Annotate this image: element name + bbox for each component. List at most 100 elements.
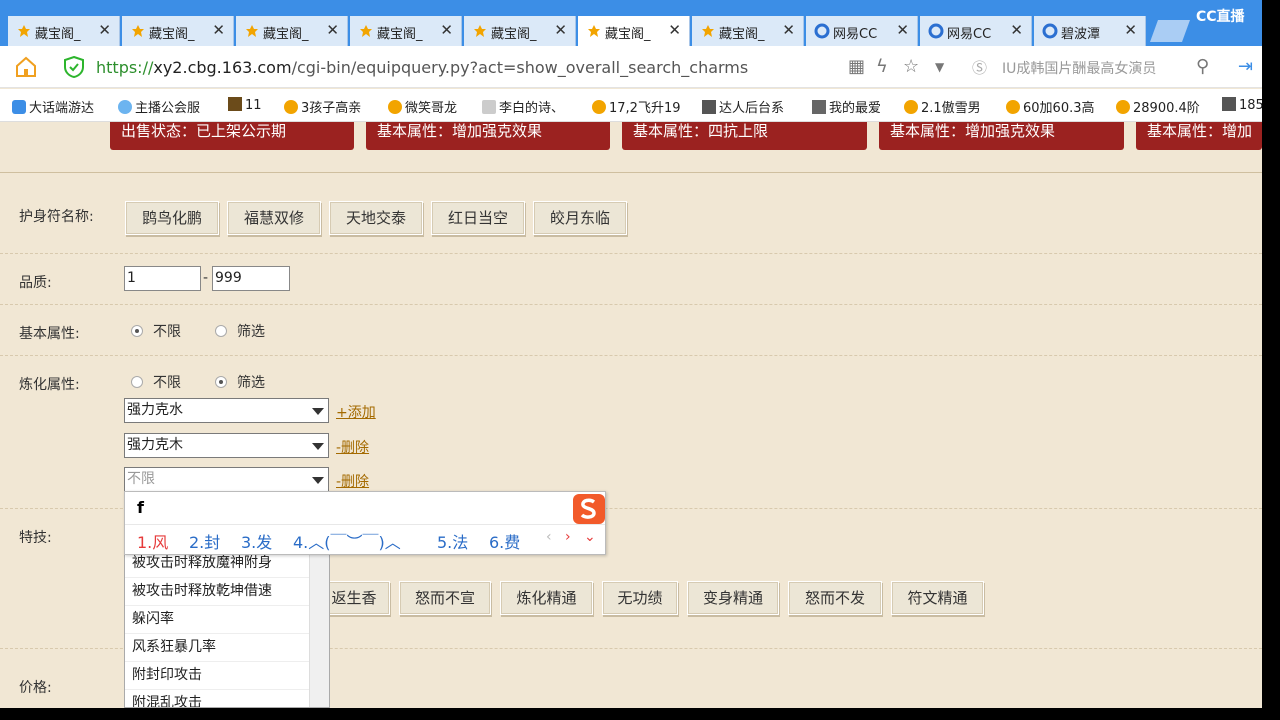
bookmark-item[interactable]: 3孩子高亲 [284,97,361,116]
search-icon[interactable]: ⚲ [1196,56,1209,77]
ime-candidate[interactable]: 6.费 [489,529,520,553]
cbg-icon [588,25,600,37]
tab[interactable]: 网易CC ✕ [920,16,1032,46]
quality-min-input[interactable]: 1 [124,266,201,291]
chevron-down-icon[interactable]: ▼ [935,60,944,74]
close-icon[interactable]: ✕ [668,21,681,39]
close-icon[interactable]: ✕ [782,21,795,39]
close-icon[interactable]: ✕ [1010,21,1023,39]
new-tab-button[interactable] [1149,20,1191,42]
charm-name-button[interactable]: 皎月东临 [533,201,627,235]
dropdown-scrollbar[interactable] [309,550,329,707]
tab[interactable]: 网易CC ✕ [806,16,918,46]
ime-candidate-window: f 1.风 2.封 3.发 4.︿(￣︶￣)︿ 5.法 6.费 ‹ › ⌄ [124,491,606,555]
dropdown-option[interactable]: 躲闪率 [125,606,309,634]
ime-candidate[interactable]: 5.法 [437,529,468,553]
close-icon[interactable]: ✕ [212,21,225,39]
ime-prev-icon[interactable]: ‹ [546,529,552,545]
star-icon[interactable]: ☆ [903,56,919,77]
home-icon[interactable] [14,55,38,79]
close-icon[interactable]: ✕ [326,21,339,39]
skill-button[interactable]: 怒而不宣 [399,581,491,615]
add-attr-link[interactable]: +添加 [336,402,376,422]
refine-attr-select[interactable]: 强力克木 [124,433,329,458]
login-icon[interactable]: ⇥ [1238,56,1253,77]
tab[interactable]: 藏宝阁_ ✕ [8,16,120,46]
bookmark-item[interactable]: 微笑哥龙 [388,97,457,116]
basic-attr-any-radio[interactable]: 不限 [131,321,181,341]
result-card[interactable]: 基本属性：四抗上限 [622,122,867,150]
tab[interactable]: 碧波潭 ✕ [1034,16,1146,46]
skill-button[interactable]: 炼化精通 [500,581,593,615]
tab-title: 网易CC [947,27,992,42]
dropdown-option[interactable]: 风系狂暴几率 [125,634,309,662]
close-icon[interactable]: ✕ [98,21,111,39]
result-card[interactable]: 出售状态：已上架公示期 [110,122,354,150]
ime-expand-icon[interactable]: ⌄ [584,529,596,545]
skill-button[interactable]: 符文精通 [891,581,984,615]
lightning-icon[interactable]: ϟ [876,56,888,77]
ime-candidate[interactable]: 3.发 [241,529,272,553]
bookmark-item[interactable]: 大话端游达 [12,97,94,116]
dropdown-option[interactable]: 被攻击时释放乾坤借速 [125,578,309,606]
tab[interactable]: 藏宝阁_ ✕ [692,16,804,46]
refine-attr-dropdown-list[interactable]: 被攻击时释放魔神附身 被攻击时释放乾坤借速 躲闪率 风系狂暴几率 附封印攻击 附… [124,549,330,708]
divider [0,304,1262,305]
bookmark-item[interactable]: 28900.4阶 [1116,97,1200,116]
ime-candidate[interactable]: 2.封 [189,529,220,553]
delete-attr-link[interactable]: -删除 [336,437,369,457]
charm-name-button[interactable]: 福慧双修 [227,201,321,235]
tab[interactable]: 藏宝阁_ ✕ [122,16,234,46]
shield-icon[interactable] [64,56,84,78]
bookmark-item[interactable]: 李白的诗、 [482,97,564,116]
tab[interactable]: 藏宝阁_ ✕ [464,16,576,46]
dropdown-option[interactable]: 附混乱攻击 [125,690,309,707]
tab[interactable]: 藏宝阁_ ✕ [236,16,348,46]
netease-cc-icon [1042,23,1058,39]
tab-title: 碧波潭 [1061,27,1101,42]
quality-max-input[interactable]: 999 [212,266,290,291]
dropdown-option[interactable]: 附封印攻击 [125,662,309,690]
charm-name-button[interactable]: 天地交泰 [329,201,423,235]
tab[interactable]: 藏宝阁_ ✕ [350,16,462,46]
skill-button[interactable]: 怒而不发 [788,581,882,615]
url-text[interactable]: https://xy2.cbg.163.com/cgi-bin/equipque… [96,58,748,77]
refine-attr-filter-radio[interactable]: 筛选 [215,372,265,392]
close-icon[interactable]: ✕ [554,21,567,39]
delete-attr-link[interactable]: -删除 [336,471,369,491]
bookmark-item[interactable]: 185 [1222,97,1262,113]
ime-candidate[interactable]: 1.风 [137,529,168,553]
tab-active[interactable]: 藏宝阁_ ✕ [578,16,690,46]
close-icon[interactable]: ✕ [440,21,453,39]
bookmark-item[interactable]: 主播公会服 [118,97,200,116]
doc-icon [702,100,716,114]
bookmark-item[interactable]: 我的最爱 [812,97,881,116]
charm-name-button[interactable]: 鹍鸟化鹏 [125,201,219,235]
url-scheme: https:// [96,58,154,77]
result-card[interactable]: 基本属性：增加强克效果 [879,122,1124,150]
close-icon[interactable]: ✕ [1124,21,1137,39]
bookmark-item[interactable]: 17,2飞升19 [592,97,681,116]
sogou-search-icon: Ⓢ [972,59,988,77]
close-icon[interactable]: ✕ [896,21,909,39]
result-card[interactable]: 基本属性：增加强克效果 [366,122,610,150]
bookmark-item[interactable]: 60加60.3高 [1006,97,1095,116]
skill-button[interactable]: 无功绩 [602,581,678,615]
refine-attr-select-open[interactable]: 不限 [124,467,329,492]
qr-code-icon[interactable]: ▦ [848,56,865,77]
tab-title: 藏宝阁_ [719,27,765,42]
charm-name-button[interactable]: 红日当空 [431,201,525,235]
bookmark-item[interactable]: 11 [228,97,262,113]
search-box-text[interactable]: IU成韩国片酬最高女演员 [1002,58,1156,78]
refine-attr-select[interactable]: 强力克水 [124,398,329,423]
refine-attr-any-radio[interactable]: 不限 [131,372,181,392]
result-card[interactable]: 基本属性：增加 [1136,122,1262,150]
basic-attr-filter-radio[interactable]: 筛选 [215,321,265,341]
skill-button[interactable]: 变身精通 [687,581,779,615]
radio-icon [215,325,227,337]
ime-candidate[interactable]: 4.︿(￣︶￣)︿ [293,529,401,553]
price-label: 价格: [19,680,52,696]
ime-next-icon[interactable]: › [565,529,571,545]
bookmark-item[interactable]: 达人后台系 [702,97,784,116]
bookmark-item[interactable]: 2.1傲雪男 [904,97,981,116]
